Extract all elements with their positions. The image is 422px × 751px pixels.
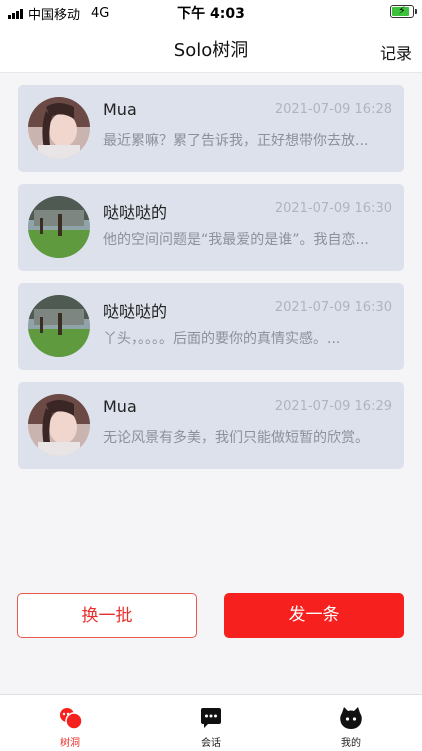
- tab-tree-hole[interactable]: 树洞: [0, 695, 140, 751]
- post-author: Mua: [103, 100, 137, 119]
- tab-label: 我的: [341, 738, 361, 749]
- tab-label: 树洞: [60, 738, 80, 749]
- profile-icon: [340, 707, 362, 729]
- battery-icon: ⚡: [390, 4, 417, 18]
- post-card[interactable]: Mua 2021-07-09 16:28 最近累嘛？累了告诉我，正好想带你去放.…: [18, 85, 404, 172]
- nav-bar: Solo树洞 记录: [0, 24, 422, 73]
- page-title: Solo树洞: [173, 40, 249, 61]
- post-message: 他的空间问题是“我最爱的是谁”。我自恋...: [103, 232, 369, 248]
- status-time: 下午 4:03: [177, 6, 245, 22]
- tree-hole-icon: [60, 708, 83, 730]
- post-author: 哒哒哒的: [103, 302, 168, 321]
- avatar[interactable]: [28, 97, 90, 159]
- avatar[interactable]: [28, 394, 90, 456]
- chat-icon: [201, 708, 221, 728]
- tab-profile[interactable]: 我的: [281, 695, 421, 751]
- post-time: 2021-07-09 16:28: [274, 102, 392, 117]
- post-message: 最近累嘛？累了告诉我，正好想带你去放...: [103, 133, 369, 149]
- post-card[interactable]: 哒哒哒的 2021-07-09 16:30 丫头，。。。。后面的要你的真情实感。…: [18, 283, 404, 370]
- post-message: 丫头，。。。。后面的要你的真情实感。...: [103, 331, 341, 347]
- post-card[interactable]: Mua 2021-07-09 16:29 无论风景有多美，我们只能做短暂的欣赏。: [18, 382, 404, 469]
- post-button[interactable]: 发一条: [224, 593, 404, 638]
- avatar[interactable]: [28, 295, 90, 357]
- post-card[interactable]: 哒哒哒的 2021-07-09 16:30 他的空间问题是“我最爱的是谁”。我自…: [18, 184, 404, 271]
- post-time: 2021-07-09 16:30: [274, 300, 392, 315]
- refresh-button[interactable]: 换一批: [17, 593, 197, 638]
- tab-chat[interactable]: 会话: [141, 695, 281, 751]
- avatar[interactable]: [28, 196, 90, 258]
- post-time: 2021-07-09 16:29: [274, 399, 392, 414]
- post-author: Mua: [103, 397, 137, 416]
- post-author: 哒哒哒的: [103, 203, 168, 222]
- status-bar: 中国移动 4G 下午 4:03 ⚡: [0, 0, 422, 24]
- record-button[interactable]: 记录: [380, 40, 412, 64]
- post-time: 2021-07-09 16:30: [274, 201, 392, 216]
- post-message: 无论风景有多美，我们只能做短暂的欣赏。: [103, 430, 369, 446]
- tab-bar: 树洞 会话 我的: [0, 694, 422, 751]
- tab-label: 会话: [201, 738, 221, 749]
